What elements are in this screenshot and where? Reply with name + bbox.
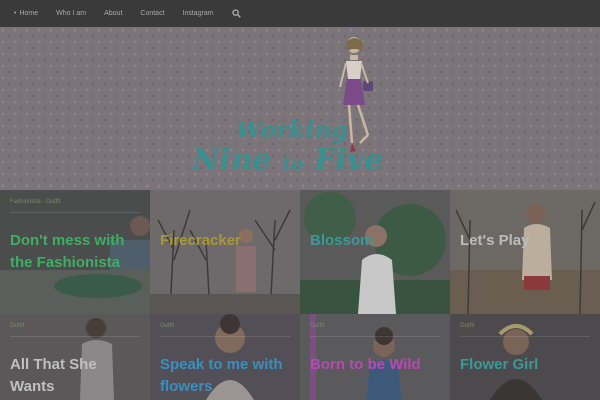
post-meta: Outfit <box>460 323 475 329</box>
divider <box>160 336 290 337</box>
logo-to: to <box>282 153 304 175</box>
post-photo <box>150 190 300 314</box>
post-meta: Outfit <box>10 323 25 329</box>
post-photo <box>450 190 600 314</box>
hero-header: Working Nine to Five <box>0 27 600 190</box>
post-title[interactable]: Flower Girl <box>460 354 538 376</box>
post-card[interactable]: Fashionista · Outfit Don't mess with the… <box>0 190 150 314</box>
post-card[interactable]: Outfit Speak to me with flowers <box>150 314 300 400</box>
post-card[interactable]: Outfit All That She Wants <box>0 314 150 400</box>
logo-nine: Nine <box>192 143 283 178</box>
nav-home-label: Home <box>19 10 39 17</box>
nav-instagram[interactable]: Instagram <box>183 10 214 17</box>
top-nav: • Home Who I am About Contact Instagram <box>0 0 600 27</box>
post-grid: Fashionista · Outfit Don't mess with the… <box>0 190 600 400</box>
post-title[interactable]: Speak to me with flowers <box>160 354 290 398</box>
site-logo[interactable]: Working Nine to Five <box>190 115 383 185</box>
post-title[interactable]: Don't mess with the Fashionista <box>10 230 150 274</box>
logo-line1: Working <box>236 117 349 144</box>
post-title[interactable]: Blossom <box>310 230 373 252</box>
post-card[interactable]: Blossom <box>300 190 450 314</box>
post-title[interactable]: Let's Play <box>460 230 529 252</box>
post-meta: Fashionista · Outfit <box>10 199 61 205</box>
home-bullet-icon: • <box>14 10 17 17</box>
divider <box>10 336 140 337</box>
logo-line2: Nine to Five <box>192 143 383 178</box>
post-meta: Outfit <box>310 323 325 329</box>
post-photo <box>300 190 450 314</box>
post-card[interactable]: Let's Play <box>450 190 600 314</box>
divider <box>310 336 440 337</box>
logo-five: Five <box>303 143 384 178</box>
search-icon[interactable] <box>231 9 241 18</box>
post-title[interactable]: All That She Wants <box>10 354 140 398</box>
nav-contact-label: Contact <box>140 10 165 17</box>
post-card[interactable]: Outfit Flower Girl <box>450 314 600 400</box>
nav-about[interactable]: About <box>104 10 122 17</box>
post-card[interactable]: Outfit Born to be Wild <box>300 314 450 400</box>
nav-home[interactable]: • Home <box>14 10 38 17</box>
nav-about-label: About <box>104 10 123 17</box>
divider <box>10 212 140 213</box>
nav-instagram-label: Instagram <box>182 10 214 17</box>
nav-contact[interactable]: Contact <box>140 10 164 17</box>
divider <box>460 336 590 337</box>
post-meta: Outfit <box>160 323 175 329</box>
post-title[interactable]: Firecracker <box>160 230 241 252</box>
post-card[interactable]: Firecracker <box>150 190 300 314</box>
nav-who-i-am[interactable]: Who I am <box>56 10 86 17</box>
nav-who-i-am-label: Who I am <box>56 10 87 17</box>
post-title[interactable]: Born to be Wild <box>310 354 445 376</box>
